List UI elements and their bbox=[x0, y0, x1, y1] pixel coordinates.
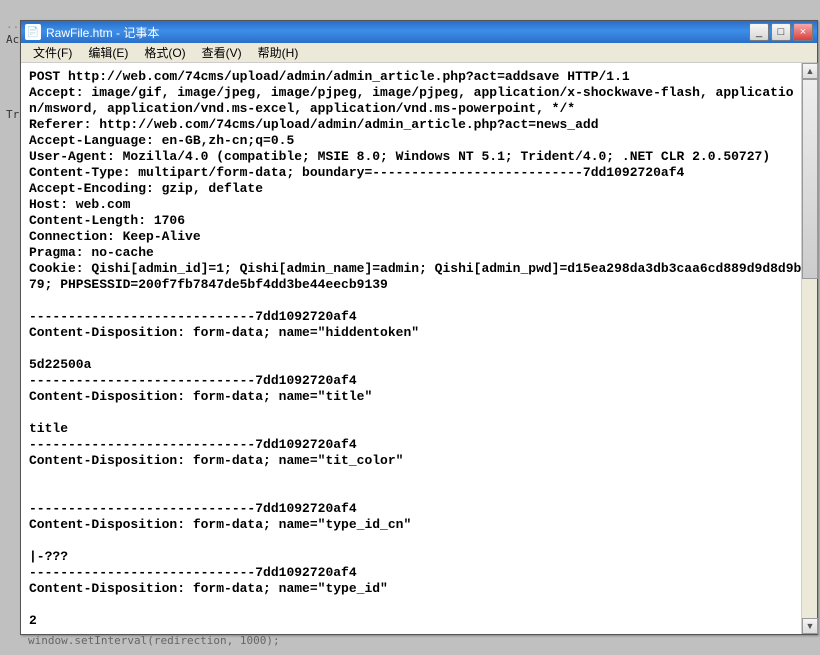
text-content[interactable]: POST http://web.com/74cms/upload/admin/a… bbox=[21, 63, 817, 634]
vertical-scrollbar[interactable]: ▲ ▼ bbox=[801, 63, 817, 634]
titlebar[interactable]: 📄 RawFile.htm - 记事本 _ □ × bbox=[21, 21, 817, 43]
menu-file[interactable]: 文件(F) bbox=[25, 42, 80, 63]
notepad-icon: 📄 bbox=[25, 24, 41, 40]
scroll-down-button[interactable]: ▼ bbox=[802, 618, 818, 634]
notepad-window: 📄 RawFile.htm - 记事本 _ □ × 文件(F) 编辑(E) 格式… bbox=[20, 20, 818, 635]
bottom-code-line: window.setInterval(redirection, 1000); bbox=[28, 634, 280, 647]
maximize-button[interactable]: □ bbox=[771, 23, 791, 41]
menu-view[interactable]: 查看(V) bbox=[194, 42, 250, 63]
menu-help[interactable]: 帮助(H) bbox=[250, 42, 307, 63]
close-button[interactable]: × bbox=[793, 23, 813, 41]
menu-edit[interactable]: 编辑(E) bbox=[80, 42, 136, 63]
minimize-button[interactable]: _ bbox=[749, 23, 769, 41]
scroll-thumb[interactable] bbox=[802, 79, 818, 279]
scroll-up-button[interactable]: ▲ bbox=[802, 63, 818, 79]
window-title: RawFile.htm - 记事本 bbox=[46, 24, 749, 41]
menu-format[interactable]: 格式(O) bbox=[136, 42, 193, 63]
menubar: 文件(F) 编辑(E) 格式(O) 查看(V) 帮助(H) bbox=[21, 43, 817, 63]
